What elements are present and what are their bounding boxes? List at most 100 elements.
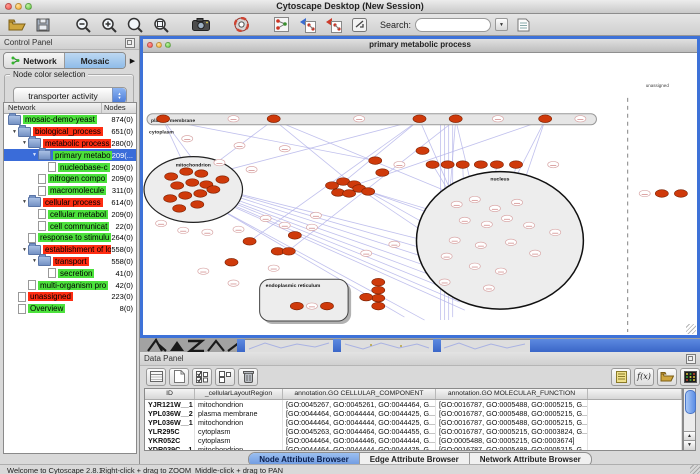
background-window-edge[interactable] [237,339,245,352]
open-session-button[interactable] [6,15,28,34]
expander-icon[interactable]: ▼ [21,247,28,253]
background-window-edge[interactable] [333,339,341,352]
zoom-in-button[interactable] [98,15,120,34]
delete-attribute-button[interactable] [238,368,258,386]
table-row[interactable]: YPL036W__1mitochondrion[GO:0044464, GO:0… [145,418,682,427]
network-view-titlebar[interactable]: primary metabolic process [143,39,697,53]
help-button[interactable] [230,15,252,34]
vizmapper-button[interactable] [348,15,370,34]
network-name[interactable]: cellular process [43,198,103,207]
table-cell[interactable]: mitochondrion [195,400,283,409]
table-cell[interactable]: [GO:0044464, GO:0044444, GO:0044425, G..… [283,418,436,427]
network-tree-row[interactable]: nitrogen compo209(0) [4,173,136,185]
table-row[interactable]: YDR039C__1mitochondrion[GO:0044464, GO:0… [145,445,682,451]
float-panel-icon[interactable] [686,354,696,364]
expander-icon[interactable]: ▼ [31,258,38,264]
table-cell[interactable]: YPL036W__2 [145,409,195,418]
table-cell[interactable]: cytoplasm [195,427,283,436]
search-dropdown-button[interactable]: ▼ [495,18,508,31]
network-name[interactable]: establishment of lo [43,245,111,254]
table-cell[interactable]: YPL036W__1 [145,418,195,427]
background-window-fragment[interactable] [341,339,433,352]
new-attribute-button[interactable] [169,368,189,386]
column-header[interactable]: annotation.GO CELLULAR_COMPONENT [283,389,436,399]
background-window-fragment[interactable] [245,339,333,352]
network-tree-row[interactable]: ▼biological_process651(0) [4,126,136,138]
network-tree-row[interactable]: cellular metabol209(0) [4,208,136,220]
network-name[interactable]: nucleobase-c [58,163,110,172]
network-tree-row[interactable]: Overview8(0) [4,303,136,315]
background-window-edge[interactable] [433,339,441,352]
table-cell[interactable]: YLR295C [145,427,195,436]
table-row[interactable]: YLR295Ccytoplasm[GO:0045263, GO:0044464,… [145,427,682,436]
table-cell[interactable]: [GO:0005488, GO:0005215, GO:0003674] [436,436,588,445]
attribute-list-button[interactable] [611,368,631,386]
frame-resize-grip[interactable] [686,324,696,334]
network-tree-row[interactable]: multi-organism pro42(0) [4,279,136,291]
background-window-fragment[interactable] [441,339,530,352]
table-cell[interactable]: [GO:0016787, GO:0005488, GO:0005215, G..… [436,400,588,409]
network-canvas[interactable]: plasma membranecytoplasmmitochondrionnuc… [143,53,697,335]
network-name[interactable]: transport [53,257,89,266]
network-name[interactable]: cell communicat [48,222,109,231]
function-builder-button[interactable]: f(x) [634,368,654,386]
column-header[interactable]: annotation.GO MOLECULAR_FUNCTION [436,389,588,399]
network-name[interactable]: mosaic-demo-yeast [23,115,97,124]
table-cell[interactable]: YKR052C [145,436,195,445]
table-cell[interactable]: plasma membrane [195,409,283,418]
table-cell[interactable]: [GO:0016787, GO:0005488, GO:0005215, G..… [436,409,588,418]
network-name[interactable]: macromolecule [48,186,106,195]
table-cell[interactable]: [GO:0016787, GO:0005488, GO:0005215, G..… [436,418,588,427]
network-name[interactable]: unassigned [28,292,73,301]
table-cell[interactable]: YDR039C__1 [145,445,195,451]
network-tree-row[interactable]: ▼cellular process614(0) [4,197,136,209]
network-tree-row[interactable]: ▼metabolic process280(0) [4,138,136,150]
network-name[interactable]: response to stimulu [38,233,111,242]
snapshot-button[interactable] [190,15,212,34]
table-cell[interactable]: [GO:0044464, GO:0044446, GO:0044444, G..… [283,436,436,445]
network-name[interactable]: biological_process [33,127,103,136]
network-tree-row[interactable]: ▼primary metabo209(... [4,149,136,161]
window-titlebar[interactable]: Cytoscape Desktop (New Session) [0,0,700,14]
network-name[interactable]: multi-organism pro [38,281,108,290]
network-tree-row[interactable]: unassigned223(0) [4,291,136,303]
table-cell[interactable]: [GO:0045263, GO:0044464, GO:0044455, G..… [283,427,436,436]
table-cell[interactable]: mitochondrion [195,445,283,451]
network-name[interactable]: primary metabo [53,151,112,160]
table-cell[interactable]: YJR121W__1 [145,400,195,409]
table-cell[interactable]: [GO:0045267, GO:0045261, GO:0044464, G..… [283,400,436,409]
create-view-button[interactable] [296,15,318,34]
table-cell[interactable]: cytoplasm [195,436,283,445]
expander-icon[interactable]: ▼ [11,129,18,135]
scroll-down-button[interactable]: ▼ [684,440,695,450]
table-row[interactable]: YJR121W__1mitochondrion[GO:0045267, GO:0… [145,400,682,409]
expander-icon[interactable]: ▼ [31,152,38,158]
attribute-table-button[interactable] [146,368,166,386]
table-cell[interactable]: [GO:0016787, GO:0005215, GO:0003824, G..… [436,427,588,436]
select-all-attributes-button[interactable] [192,368,212,386]
tab-scroll-right-button[interactable]: ▶ [128,57,137,65]
scrollbar-thumb[interactable] [685,390,696,414]
network-name[interactable]: metabolic process [43,139,111,148]
network-name[interactable]: Overview [28,304,65,313]
network-view-window[interactable]: primary metabolic process plasma membran… [140,36,700,338]
table-row[interactable]: YKR052Ccytoplasm[GO:0044464, GO:0044446,… [145,436,682,445]
expander-icon[interactable]: ▼ [21,199,28,205]
zoom-fit-button[interactable] [150,15,172,34]
unselect-all-attributes-button[interactable] [215,368,235,386]
column-header[interactable]: _cellularLayoutRegion [195,389,283,399]
network-name[interactable]: nitrogen compo [48,174,107,183]
network-tree-row[interactable]: ▼transport558(0) [4,256,136,268]
network-tree-row[interactable]: cell communicat22(0) [4,220,136,232]
network-tree-row[interactable]: response to stimulu264(0) [4,232,136,244]
column-nodes[interactable]: Nodes [102,103,136,113]
network-name[interactable]: secretion [58,269,94,278]
table-cell[interactable]: [GO:0044464, GO:0044444, GO:0044425, G..… [283,409,436,418]
network-tree-row[interactable]: ▼establishment of lo558(0) [4,244,136,256]
zoom-selected-button[interactable] [124,15,146,34]
network-tree-row[interactable]: macromolecule311(0) [4,185,136,197]
table-cell[interactable]: [GO:0044464, GO:0044444, GO:0044425, G..… [283,445,436,451]
background-window-edge[interactable] [530,339,700,352]
network-tree-row[interactable]: nucleobase-c209(0) [4,161,136,173]
import-attribute-file-button[interactable] [657,368,677,386]
